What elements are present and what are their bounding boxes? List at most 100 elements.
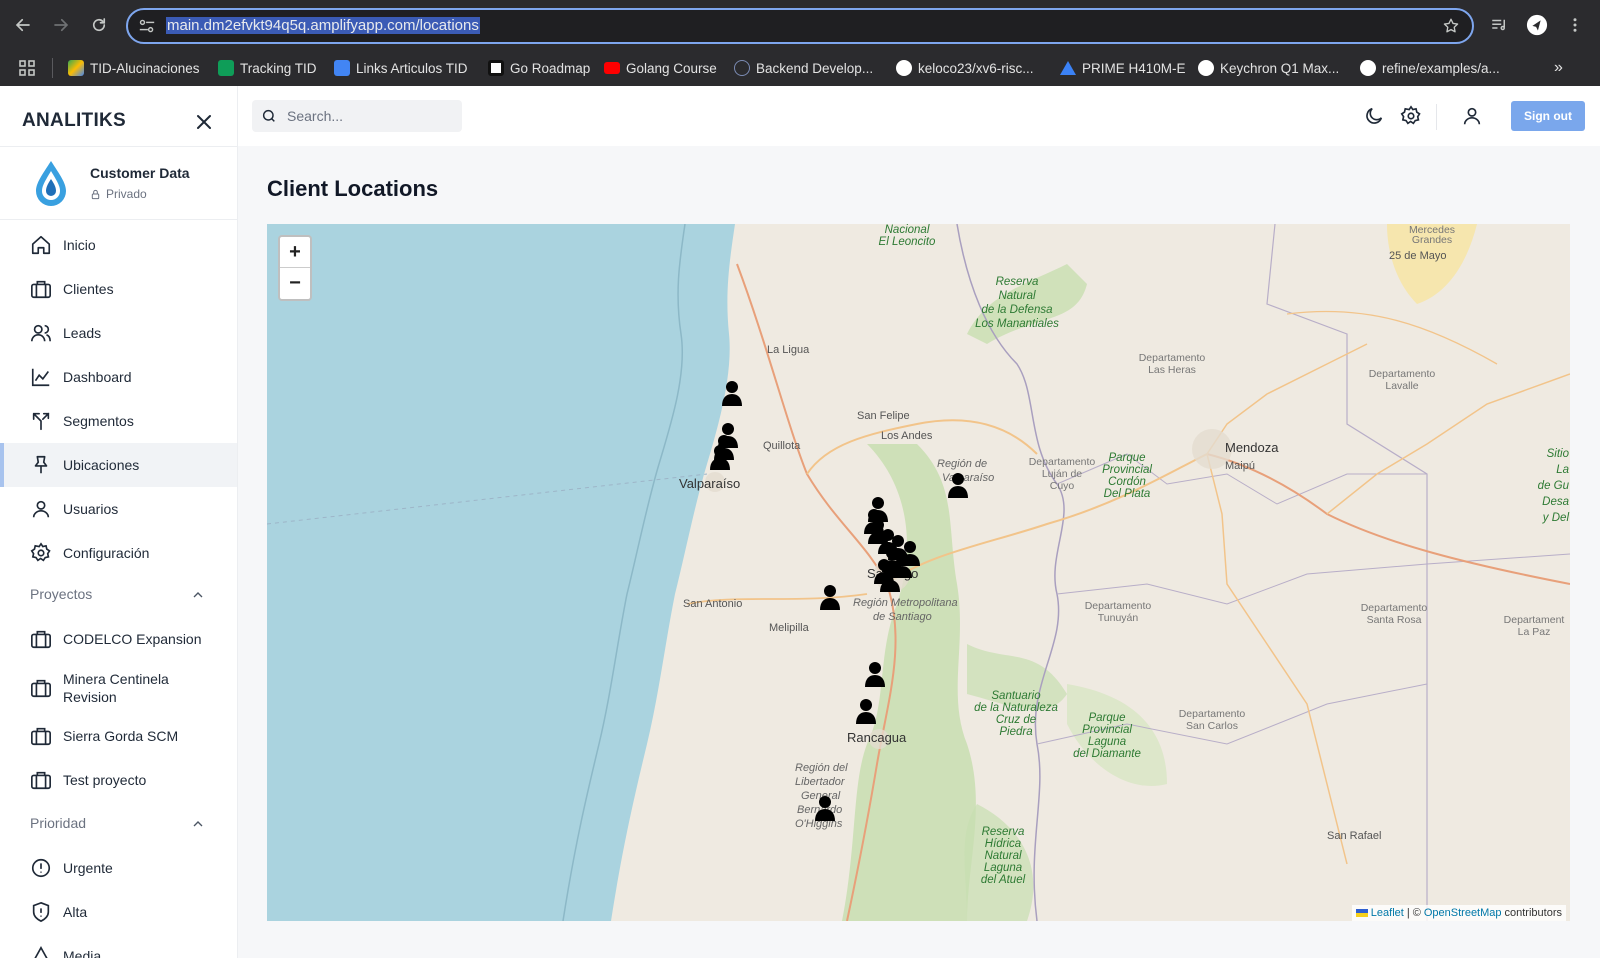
sidebar-item-inicio[interactable]: Inicio [0,223,237,267]
backend-icon [734,60,750,76]
priority-item-media[interactable]: Media [0,934,237,958]
bookmark-item[interactable]: keloco23/xv6-risc... [896,58,1034,78]
project-item-minera-centinela[interactable]: Minera Centinela Revision [0,662,237,714]
moon-icon[interactable] [1363,105,1385,127]
map-container[interactable]: La Ligua Quillota Valparaíso San Felipe … [267,224,1570,921]
site-settings-icon[interactable] [138,18,156,34]
roadmap-icon [488,60,504,76]
topbar-divider [1436,104,1437,130]
bookmark-item[interactable]: PRIME H410M-E [1060,58,1186,78]
map-label-dept-lujan-1: Departamento [1028,456,1096,468]
briefcase-icon [31,727,51,746]
map-label-mendoza: Mendoza [1225,440,1279,455]
lock-icon [91,189,100,199]
sidebar-item-segmentos[interactable]: Segmentos [0,399,237,443]
workspace-card[interactable]: Customer Data Privado [0,146,237,220]
project-label: CODELCO Expansion [63,631,202,647]
bookmark-item[interactable]: Backend Develop... [734,58,873,78]
back-button[interactable] [10,12,36,38]
sidebar-item-clientes[interactable]: Clientes [0,267,237,311]
sign-out-button[interactable]: Sign out [1511,101,1585,131]
map-label-sitio-1: Sitio [1546,448,1569,460]
user-profile-icon[interactable] [1461,105,1483,127]
priority-item-urgente[interactable]: Urgente [0,846,237,890]
browser-menu-button[interactable] [1564,14,1586,36]
map-label-parque-cordon-4: Del Plata [1103,488,1151,500]
sidebar-item-leads[interactable]: Leads [0,311,237,355]
extension-button[interactable] [1526,14,1548,36]
map-label-parque-diamante-2: Provincial [1082,724,1132,736]
bookmark-item[interactable]: refine/examples/a... [1360,58,1500,78]
bookmark-item[interactable]: TID-Alucinaciones [68,58,200,78]
client-location-marker[interactable] [709,444,731,470]
map-label-la-ligua: La Ligua [767,344,810,356]
priority-item-alta[interactable]: Alta [0,890,237,934]
map-label-25-de-mayo: 25 de Mayo [1389,250,1447,262]
github-icon [896,60,912,76]
search-input[interactable]: Search... [252,100,462,132]
project-label: Minera Centinela Revision [63,671,169,705]
leaflet-link[interactable]: Leaflet [1371,907,1404,919]
section-header-proyectos[interactable]: Proyectos [0,579,237,609]
bookmark-label: Tracking TID [240,60,317,76]
map-label-san-rafael: San Rafael [1327,830,1382,842]
search-placeholder: Search... [287,108,344,124]
more-vert-icon [1573,18,1577,32]
zoom-in-button[interactable]: + [280,237,310,268]
bookmark-item[interactable]: Tracking TID [218,58,317,78]
openstreetmap-link[interactable]: OpenStreetMap [1424,907,1502,919]
client-location-marker[interactable] [879,566,901,592]
project-item-test[interactable]: Test proyecto [0,758,237,802]
project-item-codelco[interactable]: CODELCO Expansion [0,617,237,661]
address-bar[interactable]: main.dm2efvkt94q5q.amplifyapp.com/locati… [126,8,1474,44]
sidebar-item-ubicaciones[interactable]: Ubicaciones [0,443,237,487]
more-bookmarks-button[interactable]: » [1554,58,1563,78]
chevron-up-icon[interactable] [190,816,206,832]
map-label-dept-lujan-2: Luján de [1041,468,1083,480]
chevron-up-icon[interactable] [190,587,206,603]
client-location-marker[interactable] [947,472,969,498]
map-label-dept-tunuyan-1: Departamento [1084,600,1152,612]
bookmark-star-icon[interactable] [1442,17,1460,35]
water-drop-logo [36,161,66,206]
url-path: /locations [415,17,479,34]
map-tiles [267,224,1570,921]
reload-button[interactable] [86,12,112,38]
bookmark-item[interactable]: Links Articulos TID [334,58,468,78]
arrow-right-icon [54,18,69,32]
client-location-marker[interactable] [819,584,841,610]
map-label-reserva-defensa-2: Natural [998,290,1036,302]
client-location-marker[interactable] [814,795,836,821]
project-item-sierra-gorda[interactable]: Sierra Gorda SCM [0,714,237,758]
workspace-visibility: Privado [90,187,147,201]
map-label-reserva-defensa-1: Reserva [995,276,1039,288]
queue-music-icon [1492,19,1505,31]
users-icon [31,324,51,342]
project-label: Test proyecto [63,772,147,788]
zoom-out-button[interactable]: − [280,268,310,299]
bookmark-item[interactable]: Go Roadmap [488,58,590,78]
map-label-sitio-5: y Del [1542,512,1569,524]
sidebar-item-usuarios[interactable]: Usuarios [0,487,237,531]
close-icon[interactable] [192,110,216,134]
apps-grid-icon[interactable] [18,59,36,77]
client-location-marker[interactable] [855,698,877,724]
forward-button[interactable] [48,12,74,38]
bookmark-item[interactable]: Golang Course [604,58,717,78]
client-location-marker[interactable] [864,661,886,687]
sidebar-item-dashboard[interactable]: Dashboard [0,355,237,399]
map-label-san-felipe: San Felipe [857,410,910,422]
map-label-nacional-leoncito-2: El Leoncito [878,236,936,248]
client-location-marker[interactable] [721,380,743,406]
briefcase-icon [31,679,51,698]
browser-chrome: main.dm2efvkt94q5q.amplifyapp.com/locati… [0,0,1600,86]
sidebar-item-configuracion[interactable]: Configuración [0,531,237,575]
settings-gear-icon[interactable] [1400,105,1422,127]
sidebar-item-label: Inicio [63,237,96,253]
section-header-prioridad[interactable]: Prioridad [0,808,237,838]
bookmark-item[interactable]: Keychron Q1 Max... [1198,58,1339,78]
media-control-button[interactable] [1488,14,1510,36]
url-text[interactable]: main.dm2efvkt94q5q.amplifyapp.com/locati… [166,17,480,34]
youtube-icon [604,62,620,74]
sidebar-item-label: Leads [63,325,102,341]
